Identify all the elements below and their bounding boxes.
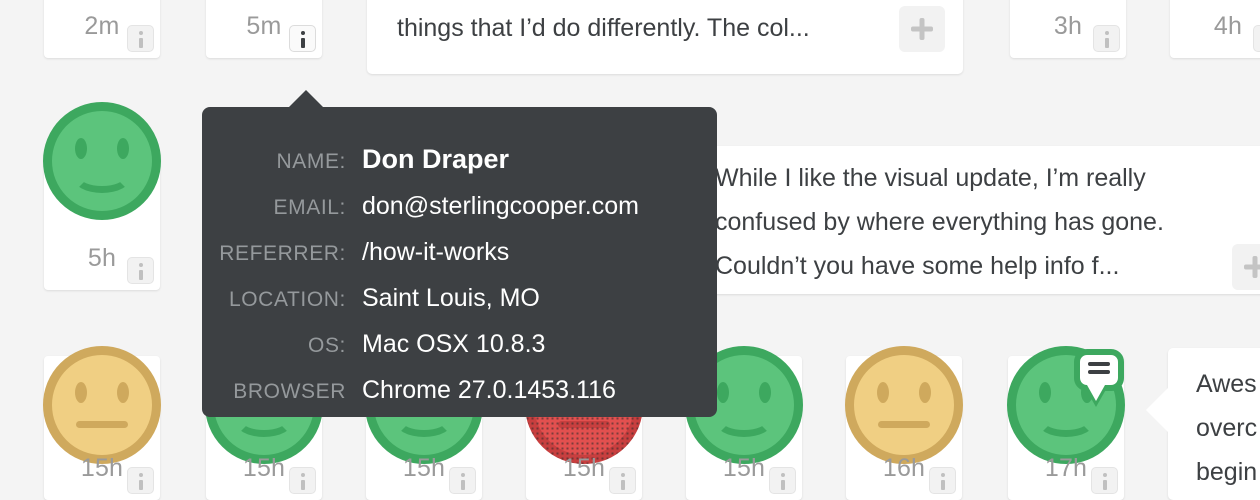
tooltip-value: Don Draper — [362, 144, 510, 174]
tooltip-value: don@sterlingcooper.com — [362, 192, 639, 220]
tooltip-key: EMAIL: — [273, 196, 346, 219]
info-icon[interactable] — [1091, 467, 1118, 494]
feedback-card[interactable]: 5m — [206, 0, 322, 58]
tooltip-value: Saint Louis, MO — [362, 284, 540, 312]
info-icon[interactable] — [289, 25, 316, 52]
tooltip-arrow — [288, 90, 324, 108]
feedback-card[interactable]: 2m — [44, 0, 160, 58]
face-eye-left — [75, 138, 87, 159]
face-eye-right — [919, 382, 931, 403]
card-footer: 16h — [846, 444, 962, 500]
face-eye-right — [117, 138, 129, 159]
tooltip-key: REFERRER: — [219, 242, 346, 265]
comment-card[interactable]: While I like the visual update, I’m real… — [700, 146, 1260, 294]
tooltip-value: Chrome 27.0.1453.116 — [362, 376, 616, 404]
plus-icon[interactable] — [1232, 244, 1260, 290]
card-footer: 17h — [1008, 444, 1124, 500]
card-footer: 5m — [206, 2, 322, 58]
feedback-card[interactable]: 16h — [845, 346, 963, 500]
face-eye-left — [877, 382, 889, 403]
info-icon[interactable] — [609, 467, 636, 494]
tooltip-row: NAME: Don Draper — [202, 137, 717, 184]
face-mouth-flat — [76, 421, 128, 428]
info-icon[interactable] — [929, 467, 956, 494]
feedback-card[interactable]: 17h — [1007, 346, 1125, 500]
card-footer: 3h — [1010, 2, 1126, 58]
card-footer: 15h — [686, 444, 802, 500]
tooltip-value: /how-it-works — [362, 238, 510, 266]
face-eye-left — [1039, 382, 1051, 403]
info-icon[interactable] — [289, 467, 316, 494]
tooltip-key: LOCATION: — [228, 288, 346, 311]
card-footer: 15h — [366, 444, 482, 500]
card-footer: 15h — [44, 444, 160, 500]
info-icon[interactable] — [127, 257, 154, 284]
comment-card[interactable]: Awes overc begin — [1146, 348, 1260, 500]
tooltip-row: BROWSER Chrome 27.0.1453.116 — [202, 368, 717, 414]
comment-card[interactable]: the site. I think there aren’t too many … — [367, 0, 963, 74]
bubble-tail — [1146, 388, 1168, 432]
card-footer: 15h — [206, 444, 322, 500]
tooltip-key: BROWSER — [233, 380, 346, 403]
tooltip-row: OS: Mac OSX 10.8.3 — [202, 322, 717, 368]
comment-text: Awes overc begin — [1196, 370, 1258, 486]
card-time-label: 4h — [1213, 12, 1243, 40]
chat-bubble-icon[interactable] — [1074, 349, 1124, 407]
plus-icon[interactable] — [899, 6, 945, 52]
tooltip-row: REFERRER: /how-it-works — [202, 230, 717, 276]
mood-face-happy — [43, 102, 161, 220]
feedback-board: 2m 5m 3h 4h the site. I think the — [0, 0, 1260, 500]
card-footer: 4h — [1170, 2, 1260, 58]
card-footer: 15h — [526, 444, 642, 500]
feedback-card[interactable]: 3h — [1010, 0, 1126, 58]
comment-text: the site. I think there aren’t too many … — [397, 14, 810, 42]
tooltip-rows: NAME: Don Draper EMAIL: don@sterlingcoop… — [202, 107, 717, 414]
card-footer: 5h — [44, 234, 160, 290]
tooltip-row: LOCATION: Saint Louis, MO — [202, 276, 717, 322]
info-icon[interactable] — [449, 467, 476, 494]
tooltip-key: NAME: — [276, 150, 346, 173]
comment-text: While I like the visual update, I’m real… — [715, 164, 1164, 280]
face-mouth-smile — [1037, 405, 1095, 437]
feedback-card[interactable]: 5h — [43, 102, 161, 290]
face-eye-left — [717, 382, 729, 403]
visitor-info-tooltip: NAME: Don Draper EMAIL: don@sterlingcoop… — [202, 90, 717, 417]
face-mouth-smile — [73, 161, 131, 193]
info-icon[interactable] — [769, 467, 796, 494]
feedback-card[interactable]: 4h — [1170, 0, 1260, 58]
info-icon[interactable] — [1253, 25, 1260, 52]
info-icon[interactable] — [127, 25, 154, 52]
tooltip-value: Mac OSX 10.8.3 — [362, 330, 546, 358]
card-footer: 2m — [44, 2, 160, 58]
face-mouth-flat — [878, 421, 930, 428]
face-mouth-smile — [715, 405, 773, 437]
face-eye-right — [117, 382, 129, 403]
tooltip-key: OS: — [308, 334, 346, 357]
face-eye-right — [759, 382, 771, 403]
feedback-card[interactable]: 15h — [43, 346, 161, 500]
info-icon[interactable] — [1093, 25, 1120, 52]
tooltip-row: EMAIL: don@sterlingcooper.com — [202, 184, 717, 230]
face-eye-left — [75, 382, 87, 403]
info-icon[interactable] — [127, 467, 154, 494]
